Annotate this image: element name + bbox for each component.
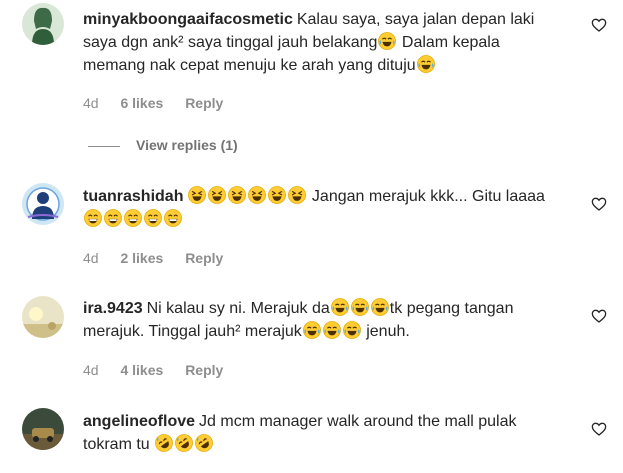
comment-username[interactable]: angelineoflove xyxy=(83,413,195,430)
beaming-face-icon xyxy=(104,209,122,227)
like-heart-icon[interactable] xyxy=(591,421,607,437)
grinning-squinting-face-icon xyxy=(208,186,226,204)
grinning-squinting-face-icon xyxy=(268,186,286,204)
likes-count[interactable]: 2 likes xyxy=(120,250,163,266)
view-replies-label: View replies (1) xyxy=(136,137,238,153)
beaming-face-icon xyxy=(84,209,102,227)
face-with-tears-of-joy-icon xyxy=(303,321,321,339)
reply-button[interactable]: Reply xyxy=(185,362,223,378)
reply-button[interactable]: Reply xyxy=(185,250,223,266)
view-replies-button[interactable]: View replies (1) xyxy=(88,137,238,153)
beaming-face-icon xyxy=(124,209,142,227)
face-with-tears-of-joy-icon xyxy=(331,298,349,316)
comment-username[interactable]: minyakboongaaifacosmetic xyxy=(83,11,293,28)
comment-text: Ni kalau sy ni. Merajuk da xyxy=(146,300,330,317)
avatar[interactable] xyxy=(22,408,64,450)
rolling-on-floor-laughing-icon xyxy=(195,434,213,452)
likes-count[interactable]: 6 likes xyxy=(120,95,163,111)
reply-button[interactable]: Reply xyxy=(185,95,223,111)
rolling-on-floor-laughing-icon xyxy=(155,434,173,452)
grinning-squinting-face-icon xyxy=(288,186,306,204)
rolling-on-floor-laughing-icon xyxy=(175,434,193,452)
beaming-face-icon xyxy=(164,209,182,227)
divider-line xyxy=(88,145,120,147)
comment-username[interactable]: ira.9423 xyxy=(83,300,143,317)
avatar[interactable] xyxy=(22,3,64,45)
comment-text: jenuh. xyxy=(366,323,410,340)
like-heart-icon[interactable] xyxy=(591,308,607,324)
avatar[interactable] xyxy=(22,183,64,225)
face-with-tears-of-joy-icon xyxy=(343,321,361,339)
face-with-tears-of-joy-icon xyxy=(351,298,369,316)
comment-text: Jangan merajuk kkk... Gitu laaaa xyxy=(311,188,545,205)
grinning-squinting-face-icon xyxy=(248,186,266,204)
face-with-tears-of-joy-icon xyxy=(417,55,435,73)
like-heart-icon[interactable] xyxy=(591,17,607,33)
comment-time: 4d xyxy=(83,95,99,111)
comment-username[interactable]: tuanrashidah xyxy=(83,188,183,205)
face-with-tears-of-joy-icon xyxy=(378,32,396,50)
face-with-tears-of-joy-icon xyxy=(371,298,389,316)
grinning-squinting-face-icon xyxy=(188,186,206,204)
comment-time: 4d xyxy=(83,250,99,266)
grinning-squinting-face-icon xyxy=(228,186,246,204)
like-heart-icon[interactable] xyxy=(591,196,607,212)
comment-time: 4d xyxy=(83,362,99,378)
avatar[interactable] xyxy=(22,296,64,338)
likes-count[interactable]: 4 likes xyxy=(120,362,163,378)
beaming-face-icon xyxy=(144,209,162,227)
face-with-tears-of-joy-icon xyxy=(323,321,341,339)
